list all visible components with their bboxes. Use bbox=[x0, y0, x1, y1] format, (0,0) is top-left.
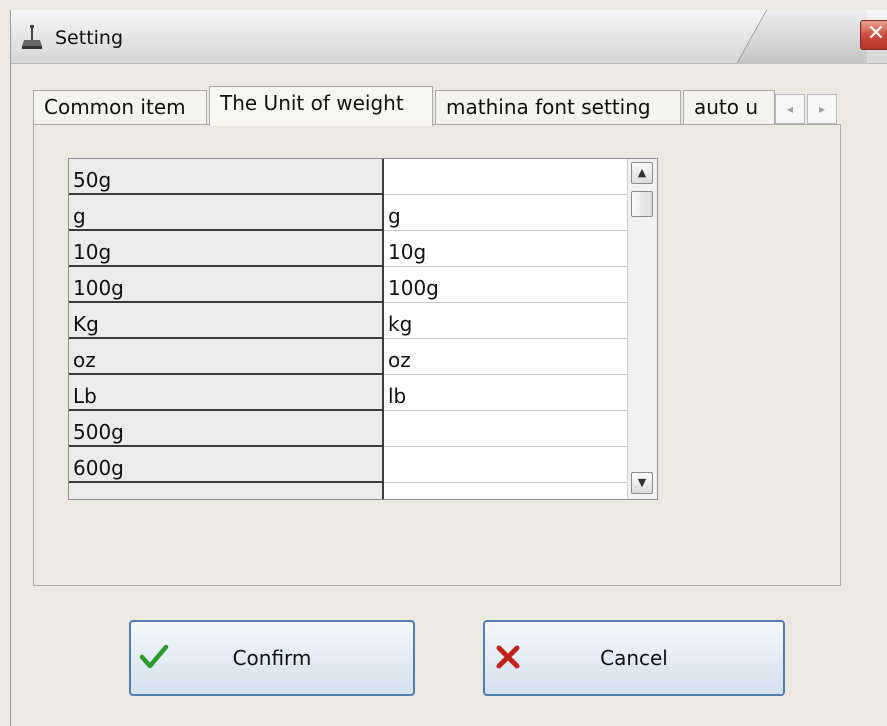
unit-grid[interactable]: 50g g g 10g 10g 100g 100g Kg kg oz oz Lb… bbox=[68, 158, 658, 500]
chevron-up-icon: ▲ bbox=[637, 166, 647, 179]
tab-mathina-font-setting[interactable]: mathina font setting bbox=[435, 90, 681, 124]
tab-scroll-left-button[interactable]: ◂ bbox=[775, 94, 805, 124]
table-row[interactable]: 500g bbox=[69, 411, 627, 447]
chevron-right-icon: ▸ bbox=[818, 102, 826, 116]
table-row[interactable]: Kg kg bbox=[69, 303, 627, 339]
unit-value-cell[interactable]: 100g bbox=[384, 267, 627, 303]
unit-name-cell: 500g bbox=[69, 411, 384, 447]
confirm-label: Confirm bbox=[232, 646, 312, 670]
tab-common-item[interactable]: Common item bbox=[33, 90, 207, 124]
unit-value-cell[interactable] bbox=[384, 411, 627, 447]
confirm-button[interactable]: Confirm bbox=[129, 620, 415, 696]
tab-label: Common item bbox=[44, 95, 186, 119]
table-row[interactable] bbox=[69, 483, 627, 499]
tab-auto-u[interactable]: auto u bbox=[683, 90, 775, 124]
unit-value-cell[interactable]: oz bbox=[384, 339, 627, 375]
cancel-button[interactable]: Cancel bbox=[483, 620, 785, 696]
title-bar[interactable]: Setting ✕ bbox=[11, 10, 887, 64]
table-row[interactable]: 50g bbox=[69, 159, 627, 195]
title-bar-decoration bbox=[737, 10, 867, 64]
setting-window: Setting ✕ Common item The Unit of weight… bbox=[10, 10, 887, 726]
unit-value-cell[interactable] bbox=[384, 447, 627, 483]
cancel-label: Cancel bbox=[600, 646, 668, 670]
unit-name-cell: oz bbox=[69, 339, 384, 375]
chevron-down-icon: ▼ bbox=[637, 476, 647, 489]
close-button[interactable]: ✕ bbox=[860, 20, 887, 50]
scroll-up-button[interactable]: ▲ bbox=[631, 162, 653, 184]
unit-name-cell: 50g bbox=[69, 159, 384, 195]
table-row[interactable]: 10g 10g bbox=[69, 231, 627, 267]
unit-name-cell: g bbox=[69, 195, 384, 231]
unit-value-cell[interactable] bbox=[384, 159, 627, 195]
unit-name-cell: 10g bbox=[69, 231, 384, 267]
tab-scroll-right-button[interactable]: ▸ bbox=[807, 94, 837, 124]
close-icon: ✕ bbox=[866, 21, 886, 46]
unit-value-cell[interactable]: lb bbox=[384, 375, 627, 411]
tab-label: The Unit of weight bbox=[220, 91, 404, 115]
unit-value-cell[interactable]: 10g bbox=[384, 231, 627, 267]
unit-name-cell: 600g bbox=[69, 447, 384, 483]
table-row[interactable]: Lb lb bbox=[69, 375, 627, 411]
tab-label: auto u bbox=[694, 95, 759, 119]
window-title: Setting bbox=[55, 27, 124, 49]
unit-of-weight-panel: 50g g g 10g 10g 100g 100g Kg kg oz oz Lb… bbox=[33, 124, 841, 586]
x-mark-icon bbox=[496, 645, 520, 669]
scale-icon bbox=[22, 25, 42, 49]
unit-value-cell[interactable]: g bbox=[384, 195, 627, 231]
table-row[interactable]: 600g bbox=[69, 447, 627, 483]
unit-name-cell: 100g bbox=[69, 267, 384, 303]
tab-label: mathina font setting bbox=[446, 95, 651, 119]
unit-value-cell[interactable]: kg bbox=[384, 303, 627, 339]
scroll-down-button[interactable]: ▼ bbox=[631, 472, 653, 494]
scrollbar-thumb[interactable] bbox=[631, 191, 653, 217]
grid-vertical-scrollbar[interactable]: ▲ ▼ bbox=[627, 159, 657, 499]
unit-value-cell[interactable] bbox=[384, 483, 627, 499]
tab-unit-of-weight[interactable]: The Unit of weight bbox=[209, 86, 433, 126]
unit-name-cell bbox=[69, 483, 384, 499]
chevron-left-icon: ◂ bbox=[786, 102, 794, 116]
table-row[interactable]: 100g 100g bbox=[69, 267, 627, 303]
checkmark-icon bbox=[139, 644, 169, 669]
table-row[interactable]: g g bbox=[69, 195, 627, 231]
table-row[interactable]: oz oz bbox=[69, 339, 627, 375]
unit-name-cell: Lb bbox=[69, 375, 384, 411]
unit-name-cell: Kg bbox=[69, 303, 384, 339]
